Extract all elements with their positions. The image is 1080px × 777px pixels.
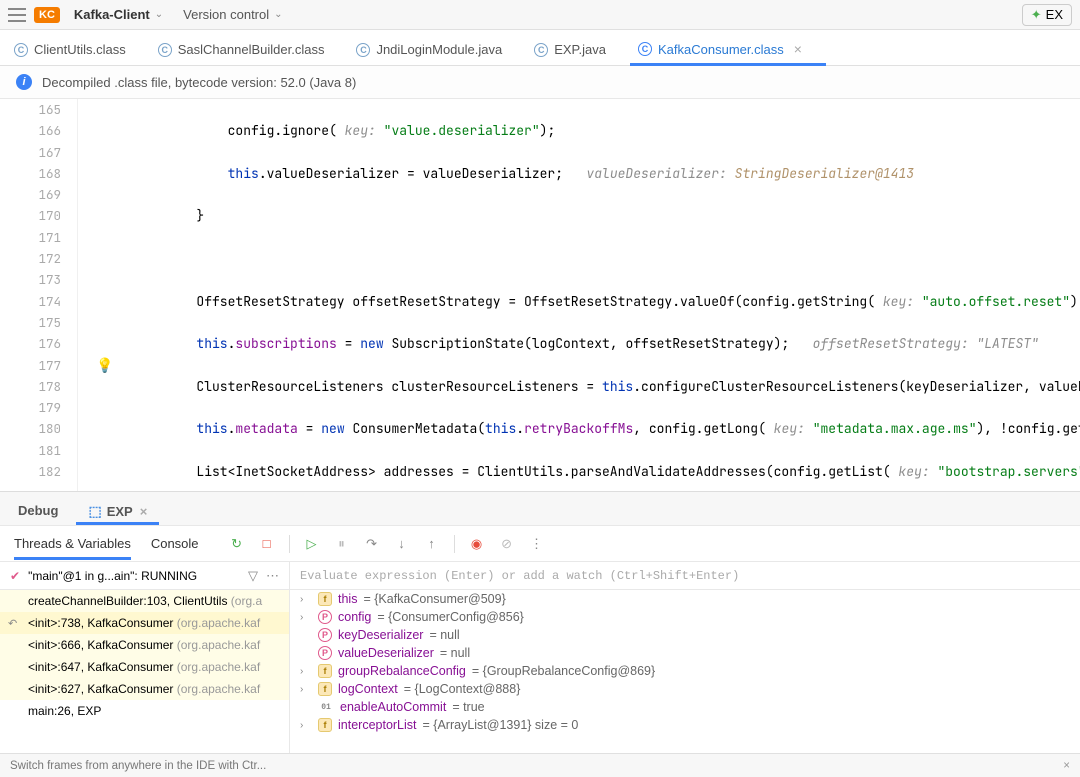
tab-label: SaslChannelBuilder.class	[178, 42, 325, 57]
class-icon: C	[534, 43, 548, 57]
class-icon: C	[14, 43, 28, 57]
view-breakpoints-icon[interactable]: ◉	[469, 536, 485, 552]
close-icon[interactable]: ×	[1063, 760, 1070, 772]
tab-jndiloginmodule[interactable]: C JndiLoginModule.java	[352, 34, 506, 65]
reset-frame-icon[interactable]: ↶	[8, 617, 17, 630]
status-text: Switch frames from anywhere in the IDE w…	[10, 760, 266, 772]
variable-row[interactable]: PkeyDeserializer = null	[290, 626, 1080, 644]
pause-icon[interactable]: ⏸	[334, 536, 350, 552]
variable-row[interactable]: ›Pconfig = {ConsumerConfig@856}	[290, 608, 1080, 626]
run-config-tab[interactable]: ⬚ EXP ×	[80, 498, 155, 525]
variable-row[interactable]: ›flogContext = {LogContext@888}	[290, 680, 1080, 698]
variable-row[interactable]: ›finterceptorList = {ArrayList@1391} siz…	[290, 716, 1080, 734]
debug-toolbar: Threads & Variables Console ↻ □ ▷ ⏸ ↷ ↓ …	[0, 525, 1080, 561]
stack-frame[interactable]: <init>:627, KafkaConsumer (org.apache.ka…	[0, 678, 289, 700]
status-bar: Switch frames from anywhere in the IDE w…	[0, 753, 1080, 777]
stop-icon[interactable]: □	[259, 536, 275, 552]
stack-frame[interactable]: ↶<init>:738, KafkaConsumer (org.apache.k…	[0, 612, 289, 634]
class-icon: C	[158, 43, 172, 57]
more-icon[interactable]: ⋮	[529, 536, 545, 552]
info-icon: i	[16, 74, 32, 90]
variable-row[interactable]: ›fthis = {KafkaConsumer@509}	[290, 590, 1080, 608]
version-control-label: Version control	[183, 7, 269, 22]
chevron-right-icon[interactable]: ›	[300, 612, 312, 623]
project-name: Kafka-Client	[74, 7, 150, 22]
variable-row[interactable]: PvalueDeserializer = null	[290, 644, 1080, 662]
field-icon: f	[318, 718, 332, 732]
bug-icon: ✦	[1031, 7, 1042, 23]
console-tab[interactable]: Console	[151, 528, 199, 559]
tab-saslchannelbuilder[interactable]: C SaslChannelBuilder.class	[154, 34, 329, 65]
project-selector[interactable]: Kafka-Client ⌄	[68, 4, 169, 25]
rerun-icon[interactable]: ↻	[229, 536, 245, 552]
decompiled-banner: i Decompiled .class file, bytecode versi…	[0, 66, 1080, 99]
stack-frame[interactable]: <init>:647, KafkaConsumer (org.apache.ka…	[0, 656, 289, 678]
frame-list: createChannelBuilder:103, ClientUtils (o…	[0, 590, 289, 722]
close-icon[interactable]: ×	[140, 504, 148, 519]
variable-row[interactable]: 01enableAutoCommit = true	[290, 698, 1080, 716]
chevron-down-icon: ⌄	[155, 9, 163, 20]
tab-kafkaconsumer[interactable]: C KafkaConsumer.class ×	[634, 33, 806, 65]
version-control-menu[interactable]: Version control ⌄	[177, 4, 288, 25]
chevron-right-icon[interactable]: ›	[300, 666, 312, 677]
lightbulb-icon[interactable]: 💡	[96, 357, 113, 375]
param-icon: P	[318, 628, 332, 642]
stack-frame[interactable]: createChannelBuilder:103, ClientUtils (o…	[0, 590, 289, 612]
debug-tab[interactable]: Debug	[14, 496, 62, 525]
tab-exp[interactable]: C EXP.java	[530, 34, 610, 65]
check-icon: ✔	[10, 569, 20, 583]
variables-panel: Evaluate expression (Enter) or add a wat…	[290, 562, 1080, 753]
variable-row[interactable]: ›fgroupRebalanceConfig = {GroupRebalance…	[290, 662, 1080, 680]
run-label: EXP	[107, 504, 133, 519]
step-out-icon[interactable]: ↑	[424, 536, 440, 552]
top-toolbar: KC Kafka-Client ⌄ Version control ⌄ ✦ EX	[0, 0, 1080, 30]
debug-content: ✔ "main"@1 in g...ain": RUNNING ▽ ⋯ crea…	[0, 561, 1080, 753]
field-icon: f	[318, 592, 332, 606]
class-icon: C	[638, 42, 652, 56]
editor-tabs: C ClientUtils.class C SaslChannelBuilder.c…	[0, 30, 1080, 66]
chevron-right-icon[interactable]: ›	[300, 594, 312, 605]
line-gutter: 165166167168 169170171172 173174175176 1…	[0, 99, 78, 491]
chevron-down-icon: ⌄	[274, 9, 282, 20]
chevron-right-icon[interactable]: ›	[300, 684, 312, 695]
frames-header: ✔ "main"@1 in g...ain": RUNNING ▽ ⋯	[0, 562, 289, 590]
close-icon[interactable]: ×	[794, 41, 802, 57]
filter-icon[interactable]: ▽	[248, 568, 258, 584]
field-icon: f	[318, 682, 332, 696]
frames-panel: ✔ "main"@1 in g...ain": RUNNING ▽ ⋯ crea…	[0, 562, 290, 753]
field-icon: f	[318, 664, 332, 678]
ex-button[interactable]: ✦ EX	[1022, 4, 1072, 26]
stack-frame[interactable]: <init>:666, KafkaConsumer (org.apache.ka…	[0, 634, 289, 656]
tab-clientutils[interactable]: C ClientUtils.class	[10, 34, 130, 65]
tab-label: ClientUtils.class	[34, 42, 126, 57]
code-editor[interactable]: 165166167168 169170171172 173174175176 1…	[0, 99, 1080, 491]
chevron-right-icon[interactable]: ›	[300, 720, 312, 731]
step-over-icon[interactable]: ↷	[364, 536, 380, 552]
mute-breakpoints-icon[interactable]: ⊘	[499, 536, 515, 552]
primitive-icon: 01	[318, 700, 334, 714]
code-content[interactable]: config.ignore( key: "value.deserializer"…	[134, 99, 1080, 491]
more-icon[interactable]: ⋯	[266, 568, 279, 584]
gutter-icons: 💡	[78, 99, 134, 491]
tool-window-tabs: Debug ⬚ EXP ×	[0, 491, 1080, 525]
tab-label: EXP.java	[554, 42, 606, 57]
param-icon: P	[318, 610, 332, 624]
tab-label: KafkaConsumer.class	[658, 42, 784, 57]
resume-icon[interactable]: ▷	[304, 536, 320, 552]
param-icon: P	[318, 646, 332, 660]
variables-list: ›fthis = {KafkaConsumer@509} ›Pconfig = …	[290, 590, 1080, 753]
step-into-icon[interactable]: ↓	[394, 536, 410, 552]
stack-frame[interactable]: main:26, EXP	[0, 700, 289, 722]
main-menu-icon[interactable]	[8, 8, 26, 22]
tab-label: JndiLoginModule.java	[376, 42, 502, 57]
ex-label: EX	[1046, 7, 1063, 22]
threads-variables-tab[interactable]: Threads & Variables	[14, 528, 131, 559]
run-icon: ⬚	[88, 503, 101, 520]
thread-title[interactable]: "main"@1 in g...ain": RUNNING	[28, 569, 240, 583]
class-icon: C	[356, 43, 370, 57]
project-badge: KC	[34, 7, 60, 23]
evaluate-input[interactable]: Evaluate expression (Enter) or add a wat…	[290, 562, 1080, 590]
banner-text: Decompiled .class file, bytecode version…	[42, 75, 356, 90]
